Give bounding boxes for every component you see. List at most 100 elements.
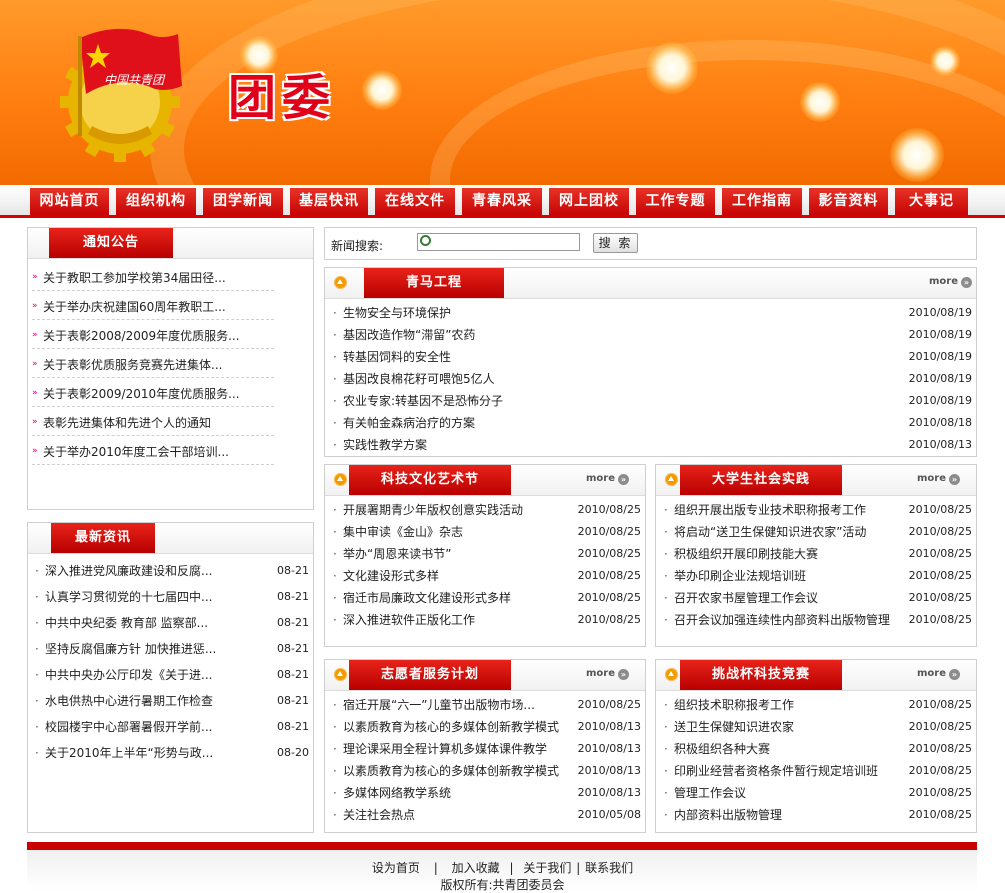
footer-link-add-favorite[interactable]: 加入收藏 (452, 861, 500, 875)
nav-item-work-guide[interactable]: 工作指南 (722, 188, 802, 215)
list-item[interactable]: · 认真学习贯彻党的十七届四中... 08-21 (28, 584, 313, 610)
notice-item[interactable]: » 关于表彰2008/2009年度优质服务... (32, 320, 274, 349)
search-input[interactable] (417, 233, 580, 251)
latest-news-title: 最新资讯 (51, 523, 155, 553)
youth-league-emblem-icon: 中国共青团 (60, 28, 182, 162)
list-item[interactable]: · 深入推进软件正版化工作 2010/08/25 (325, 609, 645, 631)
footer-link-about-us[interactable]: 关于我们 (523, 861, 571, 875)
list-item[interactable]: · 基因改良棉花籽可喂饱5亿人 2010/08/19 (325, 368, 976, 390)
list-item[interactable]: · 开展署期青少年版权创意实践活动 2010/08/25 (325, 499, 645, 521)
list-item[interactable]: · 将启动“送卫生保健知识进农家”活动 2010/08/25 (656, 521, 976, 543)
notice-item[interactable]: » 关于教职工参加学校第34届田径... (32, 262, 274, 291)
notice-item[interactable]: » 关于举办庆祝建国60周年教职工... (32, 291, 274, 320)
nav-item-milestones[interactable]: 大事记 (895, 188, 968, 215)
search-text[interactable] (434, 234, 577, 250)
list-item[interactable]: · 基因改造作物“滞留”农药 2010/08/19 (325, 324, 976, 346)
list-item[interactable]: · 深入推进党风廉政建设和反腐... 08-21 (28, 558, 313, 584)
list-item[interactable]: · 积极组织各种大赛 2010/08/25 (656, 738, 976, 760)
latest-news-header: 最新资讯 (28, 523, 313, 554)
list-item[interactable]: · 积极组织开展印刷技能大赛 2010/08/25 (656, 543, 976, 565)
list-item[interactable]: · 集中审读《金山》杂志 2010/08/25 (325, 521, 645, 543)
nav-item-online-docs[interactable]: 在线文件 (375, 188, 455, 215)
notice-item[interactable]: » 关于表彰优质服务竞赛先进集体... (32, 349, 274, 378)
nav-item-online-school[interactable]: 网上团校 (549, 188, 629, 215)
more-link[interactable]: more» (586, 473, 629, 485)
list-item[interactable]: · 坚持反腐倡廉方针 加快推进惩... 08-21 (28, 636, 313, 662)
latest-news-list: · 深入推进党风廉政建设和反腐... 08-21 · 认真学习贯彻党的十七届四中...… (28, 558, 313, 766)
list-item[interactable]: · 组织技术职称报考工作 2010/08/25 (656, 694, 976, 716)
list-item[interactable]: · 印刷业经营者资格条件暂行规定培训班 2010/08/25 (656, 760, 976, 782)
list-item[interactable]: · 多媒体网络教学系统 2010/08/13 (325, 782, 645, 804)
list-item[interactable]: · 理论课采用全程计算机多媒体课件教学 2010/08/13 (325, 738, 645, 760)
list-item[interactable]: · 宿迁开展“六一”儿童节出版物市场... 2010/08/25 (325, 694, 645, 716)
tech-culture-list: · 开展署期青少年版权创意实践活动 2010/08/25 · 集中审读《金山》杂志 20… (325, 499, 645, 631)
list-item[interactable]: · 召开农家书屋管理工作会议 2010/08/25 (656, 587, 976, 609)
footer-bar (27, 842, 977, 850)
qingma-panel: 青马工程 more» · 生物安全与环境保护 2010/08/19 · 基因改造作物“… (324, 267, 977, 457)
more-link[interactable]: more» (929, 276, 972, 288)
list-item[interactable]: · 生物安全与环境保护 2010/08/19 (325, 302, 976, 324)
tech-culture-panel: 科技文化艺术节 more» · 开展署期青少年版权创意实践活动 2010/08/25… (324, 464, 646, 647)
list-item[interactable]: · 以素质教育为核心的多媒体创新教学模式 2010/08/13 (325, 760, 645, 782)
list-item[interactable]: · 转基因饲料的安全性 2010/08/19 (325, 346, 976, 368)
footer-link-contact-us[interactable]: 联系我们 (585, 861, 633, 875)
list-item[interactable]: · 实践性教学方案 2010/08/13 (325, 434, 976, 456)
more-link[interactable]: more» (917, 473, 960, 485)
list-item[interactable]: · 水电供热中心进行暑期工作检查 08-21 (28, 688, 313, 714)
qingma-list: · 生物安全与环境保护 2010/08/19 · 基因改造作物“滞留”农药 2010/0… (325, 302, 976, 456)
list-item[interactable]: · 校园楼宇中心部署暑假开学前... 08-21 (28, 714, 313, 740)
list-item[interactable]: · 管理工作会议 2010/08/25 (656, 782, 976, 804)
nav-item-youth-style[interactable]: 青春风采 (462, 188, 542, 215)
list-item[interactable]: · 文化建设形式多样 2010/08/25 (325, 565, 645, 587)
list-item[interactable]: · 举办“周恩来读书节” 2010/08/25 (325, 543, 645, 565)
svg-text:中国共青团: 中国共青团 (104, 73, 166, 87)
up-arrow-icon (665, 668, 678, 681)
notice-list: » 关于教职工参加学校第34届田径... » 关于举办庆祝建国60周年教职工... … (28, 262, 274, 465)
nav-item-special-topics[interactable]: 工作专题 (636, 188, 715, 215)
site-header: 中国共青团 团委 (0, 0, 1005, 185)
notice-header: 通知公告 (28, 228, 313, 259)
list-item[interactable]: · 召开会议加强连续性内部资料出版物管理 2010/08/25 (656, 609, 976, 631)
light-orb (890, 128, 944, 182)
nav-item-league-news[interactable]: 团学新闻 (203, 188, 283, 215)
qingma-header: 青马工程 more» (325, 268, 976, 299)
nav-item-home[interactable]: 网站首页 (30, 188, 109, 215)
list-item[interactable]: · 中共中央办公厅印发《关于进... 08-21 (28, 662, 313, 688)
footer-link-set-homepage[interactable]: 设为首页 (372, 861, 420, 875)
nav-item-organization[interactable]: 组织机构 (116, 188, 196, 215)
double-arrow-icon: » (32, 446, 37, 456)
list-item[interactable]: · 有关帕金森病治疗的方案 2010/08/18 (325, 412, 976, 434)
double-arrow-icon: » (32, 359, 37, 369)
site-title: 团委 (228, 70, 337, 126)
double-arrow-icon: » (32, 330, 37, 340)
qingma-title: 青马工程 (364, 268, 504, 298)
social-practice-title: 大学生社会实践 (680, 465, 842, 495)
double-arrow-icon: » (32, 301, 37, 311)
search-icon (420, 235, 431, 246)
nav-item-grassroots-news[interactable]: 基层快讯 (290, 188, 368, 215)
more-link[interactable]: more» (586, 668, 629, 680)
list-item[interactable]: · 举办印刷企业法规培训班 2010/08/25 (656, 565, 976, 587)
notice-item[interactable]: » 表彰先进集体和先进个人的通知 (32, 407, 274, 436)
list-item[interactable]: · 中共中央纪委 教育部 监察部... 08-21 (28, 610, 313, 636)
notice-item[interactable]: » 关于表彰2009/2010年度优质服务... (32, 378, 274, 407)
volunteer-header: 志愿者服务计划 more» (325, 660, 645, 691)
list-item[interactable]: · 送卫生保健知识进农家 2010/08/25 (656, 716, 976, 738)
nav-item-media[interactable]: 影音资料 (809, 188, 888, 215)
search-button[interactable]: 搜 索 (593, 233, 638, 253)
social-practice-panel: 大学生社会实践 more» · 组织开展出版专业技术职称报考工作 2010/08/2… (655, 464, 977, 647)
more-arrow-icon: » (949, 474, 960, 485)
list-item[interactable]: · 以素质教育为核心的多媒体创新教学模式 2010/08/13 (325, 716, 645, 738)
search-bar: 新闻搜索: 搜 索 (324, 227, 977, 260)
list-item[interactable]: · 关于2010年上半年“形势与政... 08-20 (28, 740, 313, 766)
footer-separator: | (509, 861, 514, 875)
list-item[interactable]: · 农业专家:转基因不是恐怖分子 2010/08/19 (325, 390, 976, 412)
list-item[interactable]: · 宿迁市局廉政文化建设形式多样 2010/08/25 (325, 587, 645, 609)
list-item[interactable]: · 关注社会热点 2010/05/08 (325, 804, 645, 826)
notice-item[interactable]: » 关于举办2010年度工会干部培训... (32, 436, 274, 465)
more-link[interactable]: more» (917, 668, 960, 680)
list-item[interactable]: · 内部资料出版物管理 2010/08/25 (656, 804, 976, 826)
volunteer-list: · 宿迁开展“六一”儿童节出版物市场... 2010/08/25 · 以素质教育为核心… (325, 694, 645, 826)
footer-links: 设为首页 | 加入收藏 | 关于我们 | 联系我们 (0, 859, 1005, 876)
list-item[interactable]: · 组织开展出版专业技术职称报考工作 2010/08/25 (656, 499, 976, 521)
